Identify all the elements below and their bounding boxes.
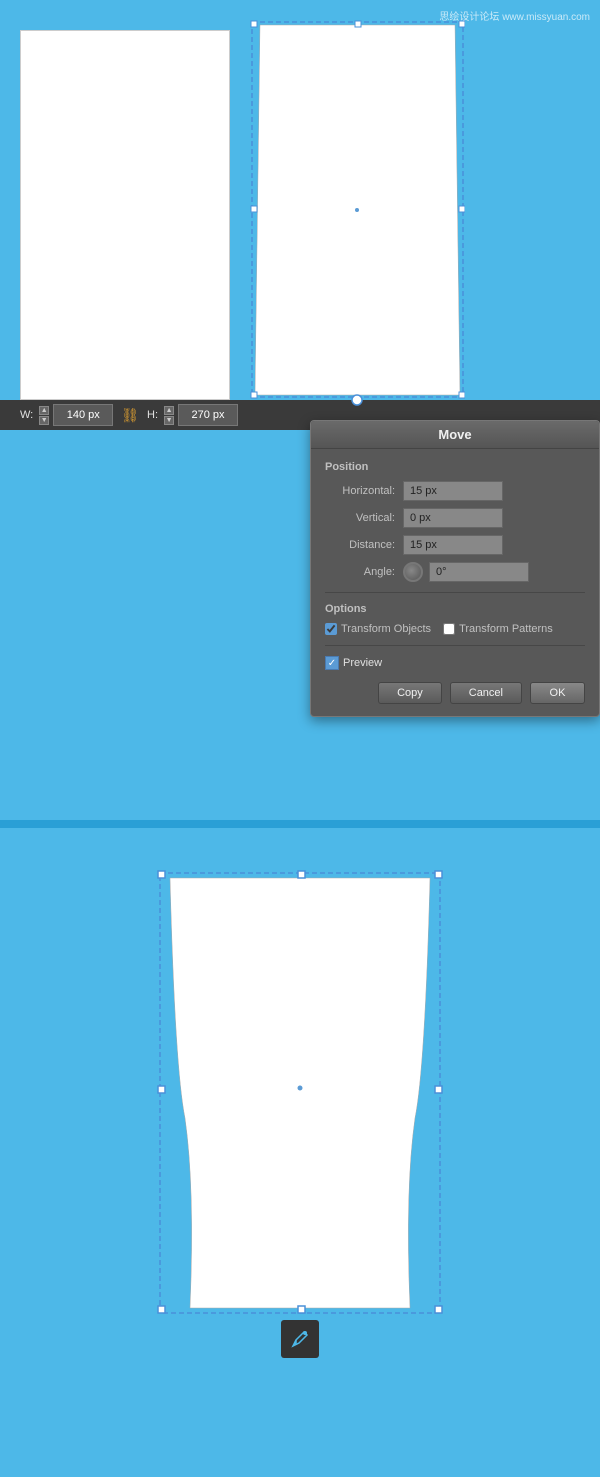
angle-input[interactable] <box>429 562 529 582</box>
w-input[interactable] <box>53 404 113 426</box>
h-down-btn[interactable]: ▼ <box>164 416 174 425</box>
move-dialog: Move Position Horizontal: Vertical: Dist… <box>310 420 600 717</box>
ok-button[interactable]: OK <box>530 682 585 704</box>
preview-label: Preview <box>343 657 382 669</box>
distance-label: Distance: <box>325 539 395 551</box>
w-down-btn[interactable]: ▼ <box>39 416 49 425</box>
w-spinner[interactable]: ▲ ▼ <box>39 406 49 425</box>
h-up-btn[interactable]: ▲ <box>164 406 174 415</box>
transform-objects-checkbox[interactable] <box>325 623 337 635</box>
horizontal-label: Horizontal: <box>325 485 395 497</box>
transform-patterns-label: Transform Patterns <box>459 623 553 635</box>
bottom-section <box>0 828 600 1428</box>
left-canvas <box>20 30 230 400</box>
vertical-input[interactable] <box>403 508 503 528</box>
h-input[interactable] <box>178 404 238 426</box>
link-icon: ⛓ <box>121 407 139 424</box>
vertical-label: Vertical: <box>325 512 395 524</box>
pen-icon <box>281 1320 319 1358</box>
cup-container <box>155 868 445 1368</box>
options-section-label: Options <box>325 603 585 615</box>
h-spinner[interactable]: ▲ ▼ <box>164 406 174 425</box>
position-section-label: Position <box>325 461 585 473</box>
angle-label: Angle: <box>325 566 395 578</box>
dialog-title-bar: Move <box>311 421 599 449</box>
horizontal-input[interactable] <box>403 481 503 501</box>
angle-wheel[interactable] <box>403 562 423 582</box>
h-label: H: <box>147 409 158 421</box>
w-up-btn[interactable]: ▲ <box>39 406 49 415</box>
distance-input[interactable] <box>403 535 503 555</box>
transform-patterns-checkbox[interactable] <box>443 623 455 635</box>
w-label: W: <box>20 409 33 421</box>
dialog-title: Move <box>438 427 471 442</box>
transform-objects-label: Transform Objects <box>341 623 431 635</box>
pen-tool-icon-container <box>281 1320 319 1358</box>
right-canvas-svg <box>250 20 465 410</box>
cancel-button[interactable]: Cancel <box>450 682 522 704</box>
preview-checkbox-visual[interactable]: ✓ <box>325 656 339 670</box>
section-divider <box>0 820 600 828</box>
cup-svg <box>155 868 445 1368</box>
copy-button[interactable]: Copy <box>378 682 442 704</box>
